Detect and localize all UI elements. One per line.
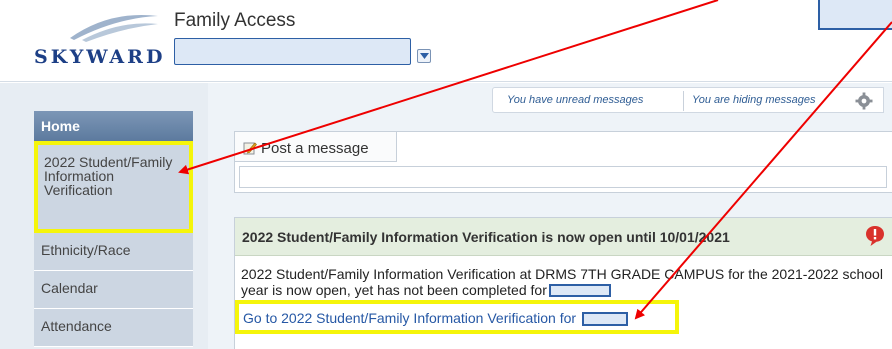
- sidebar: Home 2022 Student/Family Information Ver…: [0, 83, 208, 349]
- student-name-field: [548, 284, 611, 297]
- gear-icon[interactable]: [855, 92, 873, 110]
- go-to-verification-text: Go to 2022 Student/Family Information Ve…: [243, 310, 577, 326]
- chevron-down-icon: [420, 53, 429, 59]
- go-to-verification-link[interactable]: Go to 2022 Student/Family Information Ve…: [243, 310, 628, 326]
- sidebar-item-home[interactable]: Home: [34, 111, 193, 141]
- skyward-swoosh-icon: [70, 14, 158, 42]
- account-field[interactable]: [818, 0, 892, 30]
- alert-bubble-icon: [866, 226, 884, 246]
- skyward-logo: SKYWARD: [30, 8, 162, 72]
- unread-messages-link[interactable]: You have unread messages: [507, 94, 643, 106]
- message-bar: You have unread messages You are hiding …: [492, 87, 884, 113]
- sidebar-item-verification[interactable]: 2022 Student/Family Information Verifica…: [34, 141, 193, 233]
- app-title: Family Access: [174, 10, 296, 31]
- header: SKYWARD Family Access: [0, 0, 892, 82]
- student-select[interactable]: [174, 38, 411, 65]
- main-content: You have unread messages You are hiding …: [208, 83, 892, 349]
- post-message-tab[interactable]: Post a message: [235, 132, 397, 162]
- verification-link-highlight: Go to 2022 Student/Family Information Ve…: [235, 300, 679, 334]
- sidebar-item-ethnicity[interactable]: Ethnicity/Race: [34, 233, 193, 271]
- nav-menu: Home 2022 Student/Family Information Ver…: [34, 111, 193, 347]
- student-name-field-2: [581, 312, 628, 326]
- divider: [683, 91, 684, 111]
- notice-body: 2022 Student/Family Information Verifica…: [235, 256, 892, 298]
- pencil-note-icon: [243, 142, 257, 155]
- sidebar-item-attendance[interactable]: Attendance: [34, 309, 193, 347]
- verification-notice: 2022 Student/Family Information Verifica…: [234, 217, 892, 349]
- post-message-input[interactable]: [239, 166, 887, 188]
- notice-title-bar: 2022 Student/Family Information Verifica…: [235, 218, 892, 256]
- logo-text: SKYWARD: [34, 46, 166, 68]
- notice-title: 2022 Student/Family Information Verifica…: [242, 229, 730, 245]
- dropdown-button[interactable]: [417, 49, 431, 63]
- post-message-panel: Post a message: [234, 131, 892, 193]
- hiding-messages-link[interactable]: You are hiding messages: [692, 94, 816, 106]
- sidebar-item-calendar[interactable]: Calendar: [34, 271, 193, 309]
- post-message-label: Post a message: [261, 140, 369, 157]
